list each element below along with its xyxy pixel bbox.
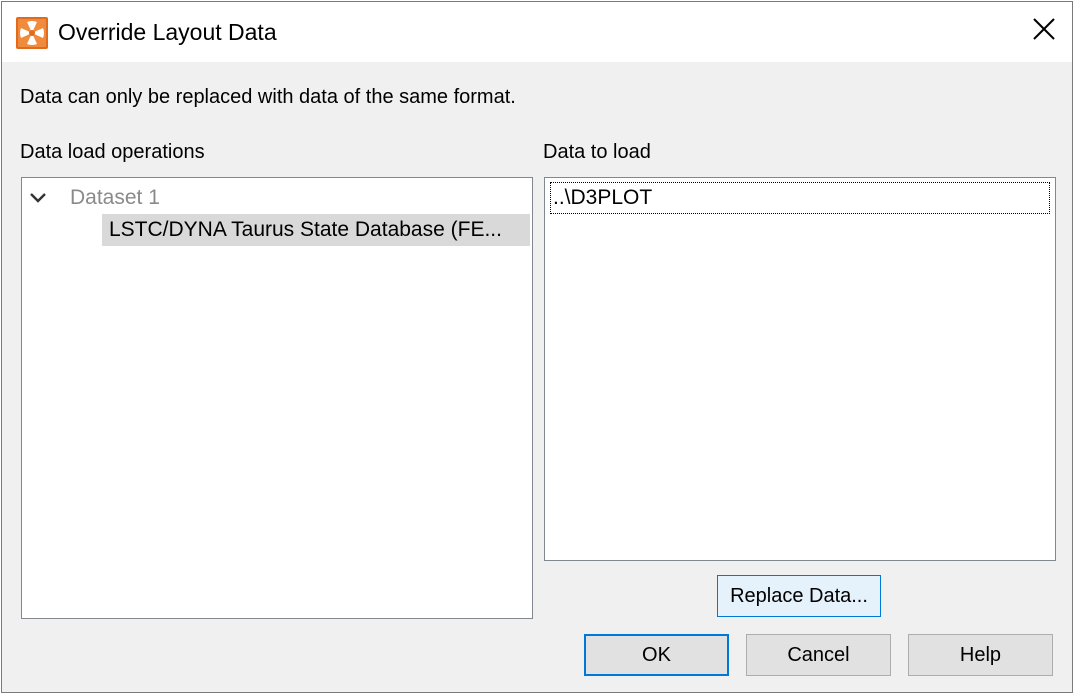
cancel-button[interactable]: Cancel bbox=[746, 634, 891, 676]
list-item[interactable]: ..\D3PLOT bbox=[550, 182, 1050, 214]
close-button[interactable] bbox=[1016, 2, 1072, 60]
help-button[interactable]: Help bbox=[908, 634, 1053, 676]
replace-data-button[interactable]: Replace Data... bbox=[717, 575, 881, 617]
override-layout-data-dialog: Override Layout Data Data can only be re… bbox=[1, 1, 1073, 693]
title-bar: Override Layout Data bbox=[2, 2, 1072, 62]
ok-button[interactable]: OK bbox=[584, 634, 729, 676]
window-title: Override Layout Data bbox=[58, 19, 277, 45]
data-load-operations-label: Data load operations bbox=[20, 141, 205, 163]
tree-item-dataset[interactable]: Dataset 1 bbox=[28, 183, 160, 213]
data-to-load-label: Data to load bbox=[543, 141, 651, 163]
info-message: Data can only be replaced with data of t… bbox=[20, 86, 516, 108]
tree-item-database-label: LSTC/DYNA Taurus State Database (FE... bbox=[109, 218, 502, 241]
app-icon bbox=[16, 17, 48, 49]
chevron-down-icon[interactable] bbox=[28, 188, 48, 208]
close-icon bbox=[1033, 17, 1055, 45]
tree-item-database[interactable]: LSTC/DYNA Taurus State Database (FE... bbox=[102, 214, 530, 246]
tree-item-dataset-label: Dataset 1 bbox=[70, 186, 160, 209]
list-item-label: ..\D3PLOT bbox=[553, 186, 653, 209]
data-to-load-list[interactable]: ..\D3PLOT bbox=[544, 177, 1056, 561]
data-load-operations-tree[interactable]: Dataset 1 LSTC/DYNA Taurus State Databas… bbox=[21, 177, 533, 619]
